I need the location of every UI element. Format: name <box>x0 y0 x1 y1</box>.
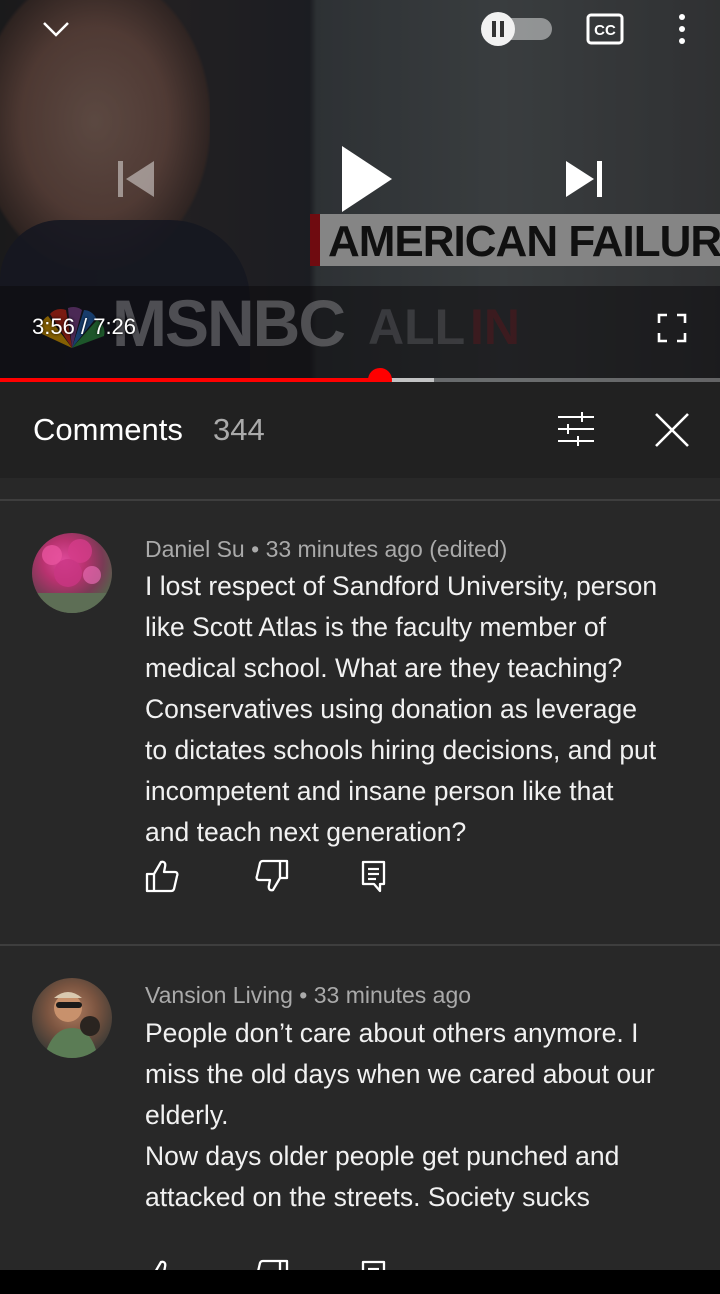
close-icon[interactable] <box>654 412 690 448</box>
more-vertical-icon[interactable] <box>670 12 694 46</box>
comments-panel: Comments 344 Daniel Su • 33 minutes ago … <box>0 382 720 1270</box>
fullscreen-icon[interactable] <box>656 312 688 344</box>
comment-text: I lost respect of Sandford University, p… <box>145 571 658 847</box>
like-icon[interactable] <box>144 858 180 894</box>
system-nav-bar <box>0 1270 720 1294</box>
reply-icon[interactable] <box>356 1258 392 1270</box>
comment-author[interactable]: Daniel Su <box>145 536 245 562</box>
play-icon[interactable] <box>336 144 396 214</box>
reply-icon[interactable] <box>356 858 392 894</box>
avatar-image <box>32 539 112 613</box>
comment-meta: Vansion Living • 33 minutes ago <box>145 982 471 1009</box>
avatar[interactable] <box>32 978 112 1058</box>
duration: 7:26 <box>93 314 137 339</box>
captions-icon[interactable]: CC <box>586 12 624 46</box>
comment-meta: Daniel Su • 33 minutes ago (edited) <box>145 536 507 563</box>
time-separator: / <box>80 314 88 339</box>
comment-author[interactable]: Vansion Living <box>145 982 293 1008</box>
comment-time: 33 minutes ago <box>313 982 472 1008</box>
previous-icon[interactable] <box>114 158 158 200</box>
comment-item: Daniel Su • 33 minutes ago (edited) I lo… <box>0 500 720 944</box>
svg-text:CC: CC <box>594 22 616 39</box>
next-icon[interactable] <box>562 158 606 200</box>
dislike-icon[interactable] <box>254 1258 290 1270</box>
avatar[interactable] <box>32 533 112 613</box>
current-time: 3:56 <box>32 314 75 339</box>
time-display: 3:56 / 7:26 <box>32 314 136 340</box>
sort-filter-icon[interactable] <box>556 412 596 446</box>
meta-dot: • <box>251 536 260 562</box>
dislike-icon[interactable] <box>254 858 290 894</box>
comments-count: 344 <box>213 412 265 447</box>
comments-header: Comments 344 <box>0 382 720 478</box>
collapse-chevron-icon[interactable] <box>40 14 72 44</box>
meta-dot: • <box>299 982 308 1008</box>
comment-item: Vansion Living • 33 minutes ago People d… <box>0 946 720 1270</box>
comment-time: 33 minutes ago (edited) <box>265 536 508 562</box>
comment-text: People don’t care about others anymore. … <box>145 1018 655 1212</box>
comments-title: Comments <box>33 412 183 447</box>
like-icon[interactable] <box>144 1258 180 1270</box>
autoplay-toggle-icon[interactable] <box>478 12 554 46</box>
video-player[interactable]: AMERICAN FAILURE MSNBC ALL IN CC 3:56 / … <box>0 0 720 382</box>
avatar-image <box>44 992 100 1058</box>
